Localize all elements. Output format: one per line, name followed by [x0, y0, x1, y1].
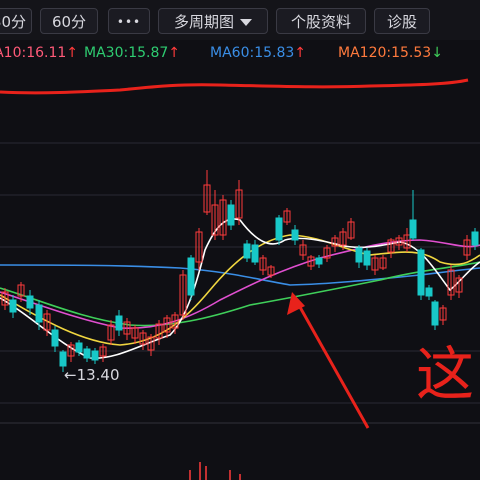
candle-body — [471, 231, 479, 246]
candle-body — [315, 257, 323, 265]
annotation-text: 这 — [416, 340, 474, 408]
candle-body — [291, 229, 299, 241]
candle-body — [363, 250, 371, 266]
candle-body — [227, 204, 235, 226]
volume-bars — [189, 462, 241, 480]
candle-body — [275, 217, 283, 241]
candle-body — [51, 329, 59, 347]
stock-chart-screen: 30分 60分 ••• 多周期图 个股资料 诊股 MA10:16.11 MA30… — [0, 0, 480, 480]
annotation-redline — [0, 78, 469, 95]
low-price-label: ←13.40 — [64, 366, 120, 384]
candles — [1, 170, 479, 372]
candle-body — [91, 350, 99, 361]
candle-body — [243, 243, 251, 259]
candle-body — [187, 257, 195, 296]
candle-body — [26, 295, 34, 309]
candlestick-chart[interactable]: ←13.40 这 — [0, 0, 480, 480]
candle-body — [425, 287, 433, 297]
candle-body — [9, 299, 17, 313]
candle-body — [59, 351, 67, 367]
ma-line — [0, 239, 480, 330]
candle-body — [83, 348, 91, 359]
candle-body — [355, 247, 363, 263]
candle-body — [431, 301, 439, 326]
candle-body — [251, 244, 259, 263]
candle-body — [35, 304, 43, 323]
moving-average-lines — [0, 218, 480, 359]
annotation-arrow — [287, 292, 370, 429]
candle-body — [417, 249, 425, 296]
candle-body — [409, 219, 417, 239]
candle-body — [115, 315, 123, 331]
ma-line — [0, 264, 480, 286]
candle-body — [75, 342, 83, 353]
